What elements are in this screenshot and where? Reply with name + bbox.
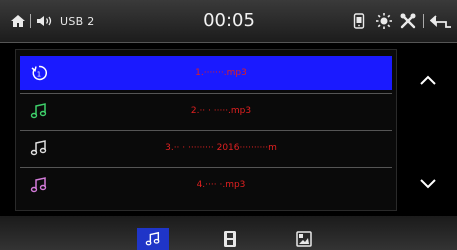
music-note-icon [30,177,47,193]
speaker-icon [36,0,54,42]
music-note-icon [30,140,47,156]
scroll-down-button[interactable] [412,168,444,200]
track-title: 1.·······.mp3 [195,68,247,78]
track-title: 4.···· ·.mp3 [196,180,246,190]
track-row[interactable]: 3.·· · ········· 2016··········m [20,131,392,165]
tab-video[interactable] [214,228,246,250]
repeat-icon: 1 [31,65,47,81]
music-note-icon [145,231,160,246]
chevron-up-icon [420,75,436,85]
svg-text:1: 1 [37,71,41,79]
brightness-icon[interactable] [375,0,393,42]
chevron-down-icon [420,179,436,189]
track-row[interactable]: 4.···· ·.mp3 [20,168,392,202]
clock: 00:05 [203,10,255,31]
bottom-tab-bar [0,216,457,250]
music-note-icon [30,103,47,119]
home-icon[interactable] [10,0,26,42]
track-title: 2.·· · ·····.mp3 [190,106,252,116]
tab-photos[interactable] [288,228,320,250]
tools-icon[interactable] [399,0,417,42]
tab-music[interactable] [137,228,169,250]
scroll-up-button[interactable] [412,64,444,96]
back-icon[interactable] [430,0,452,42]
track-row[interactable]: 1 1.·······.mp3 [20,56,392,90]
track-row[interactable]: 2.·· · ·····.mp3 [20,94,392,128]
source-label: USB 2 [60,14,95,28]
image-icon [296,231,312,247]
phone-icon[interactable] [353,0,365,42]
track-title: 3.·· · ········· 2016··········m [165,143,277,153]
status-separator [423,14,424,28]
film-icon [224,231,236,247]
status-bar: USB 2 00:05 [0,0,457,43]
track-list: 1 1.·······.mp3 2.·· · ·····.mp3 3.·· · … [15,49,397,211]
status-separator [30,14,31,28]
